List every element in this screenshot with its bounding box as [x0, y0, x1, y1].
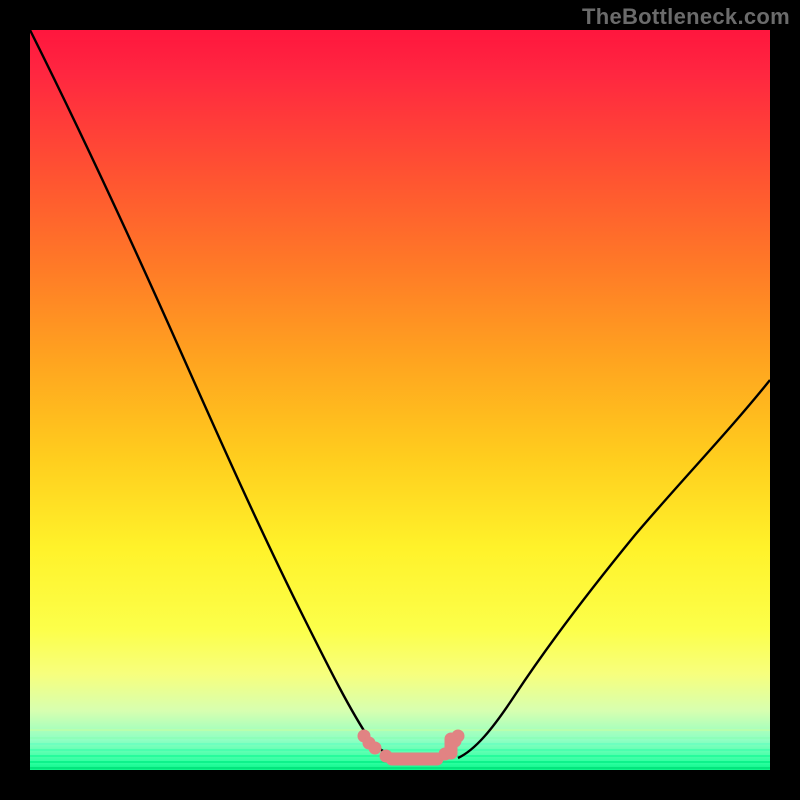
- watermark-text: TheBottleneck.com: [582, 4, 790, 30]
- marker-group: [358, 730, 464, 765]
- right-curve: [458, 380, 770, 758]
- chart-svg: [30, 30, 770, 770]
- left-curve: [30, 30, 410, 759]
- plot-area: [30, 30, 770, 770]
- chart-frame: TheBottleneck.com: [0, 0, 800, 800]
